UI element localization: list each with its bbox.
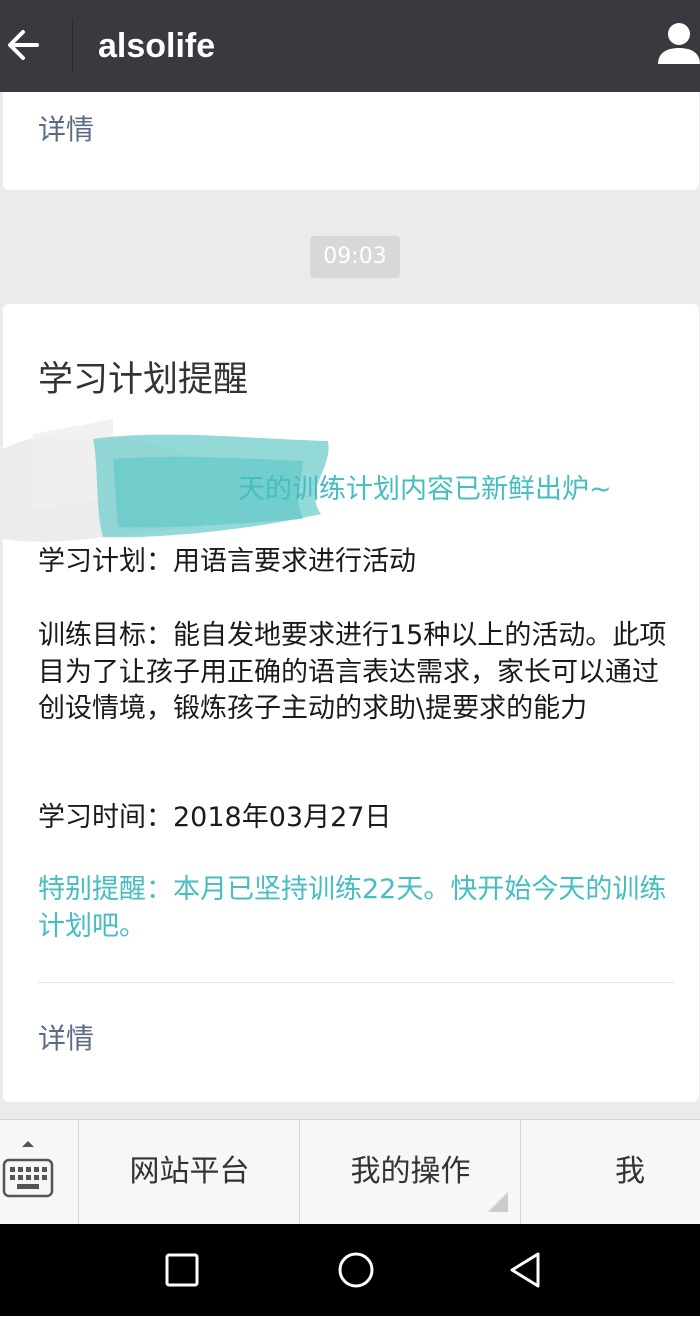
topbar-divider xyxy=(72,20,73,72)
time-value: 2018年03月27日 xyxy=(173,802,392,833)
plan-field: 学习计划：用语言要求进行活动 xyxy=(38,544,678,581)
triangle-back-icon xyxy=(510,1252,540,1288)
recent-apps-button[interactable] xyxy=(142,1224,222,1316)
message-card[interactable]: 学习计划提醒 天的训练计划内容已新鲜出炉~ 学习计划：用语言要求进行活动 训练目… xyxy=(3,304,699,1102)
system-nav-bar xyxy=(0,1224,700,1316)
system-back-button[interactable] xyxy=(486,1224,566,1316)
keyboard-icon xyxy=(2,1141,54,1198)
divider xyxy=(38,982,674,983)
keyboard-toggle-button[interactable] xyxy=(0,1120,79,1224)
time-field: 学习时间：2018年03月27日 xyxy=(38,800,678,837)
home-button[interactable] xyxy=(316,1224,396,1316)
menu-item-website-platform[interactable]: 网站平台 xyxy=(80,1120,300,1224)
detail-link[interactable]: 详情 xyxy=(38,112,94,148)
plan-label: 学习计划： xyxy=(38,546,173,577)
menu-item-label: 我的操作 xyxy=(350,1154,471,1189)
intro-text: 天的训练计划内容已新鲜出炉~ xyxy=(238,474,612,505)
reminder-text: 特别提醒：本月已坚持训练22天。快开始今天的训练计划吧。 xyxy=(38,874,667,942)
goal-label: 训练目标： xyxy=(38,620,173,651)
detail-link[interactable]: 详情 xyxy=(38,1021,94,1057)
back-button[interactable] xyxy=(0,0,72,92)
plan-value: 用语言要求进行活动 xyxy=(173,546,416,577)
page-title: alsolife xyxy=(98,27,216,65)
previous-message-card: 详情 xyxy=(3,92,699,190)
submenu-indicator-icon xyxy=(488,1192,508,1212)
bottom-menu: 网站平台 我的操作 我 xyxy=(0,1119,700,1224)
top-bar: alsolife xyxy=(0,0,700,92)
time-label: 学习时间： xyxy=(38,802,173,833)
arrow-left-icon xyxy=(8,30,39,60)
timestamp-badge: 09:03 xyxy=(310,236,400,278)
square-icon xyxy=(165,1253,199,1287)
person-icon xyxy=(658,23,700,64)
goal-field: 训练目标：能自发地要求进行15种以上的活动。此项目为了让孩子用正确的语言表达需求… xyxy=(38,618,678,728)
menu-item-my-operations[interactable]: 我的操作 xyxy=(301,1120,521,1224)
profile-button[interactable] xyxy=(644,0,700,92)
circle-icon xyxy=(338,1252,374,1288)
redaction-smudge xyxy=(3,419,329,542)
menu-item-me[interactable]: 我 xyxy=(522,1120,700,1224)
bottom-edge xyxy=(0,1316,700,1329)
